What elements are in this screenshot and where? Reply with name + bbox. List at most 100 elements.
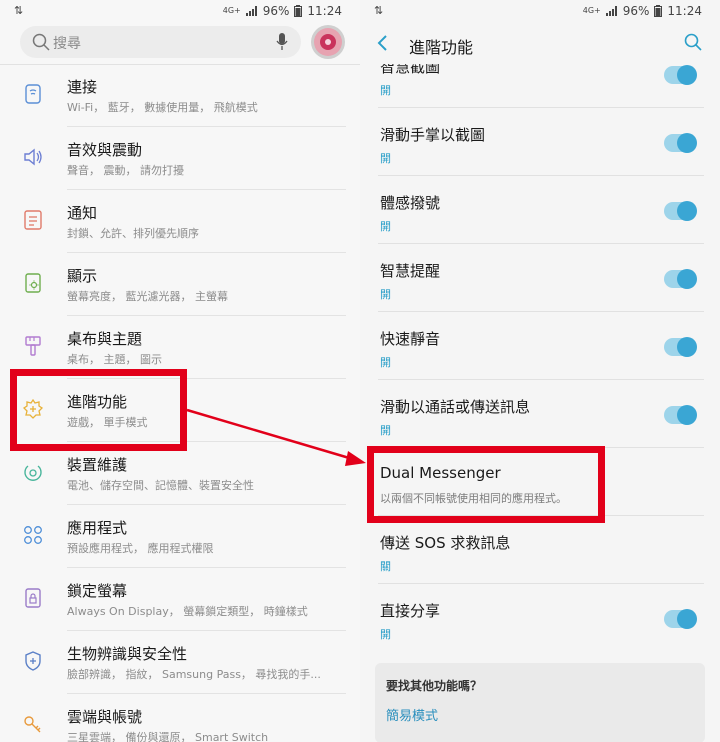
status-bar: ⇅ 4G+ 96% 11:24 xyxy=(0,0,360,24)
settings-item-lock-screen[interactable]: 鎖定螢幕 Always On Display， 螢幕鎖定類型， 時鐘樣式 xyxy=(0,568,360,631)
advanced-features-panel: ⇅ 4G+ 96% 11:24 進階功能 智慧截圖 開 滑動手掌以截圖 開 體感… xyxy=(360,0,720,742)
item-subtitle: Always On Display， 螢幕鎖定類型， 時鐘樣式 xyxy=(67,605,308,618)
settings-item-notifications[interactable]: 通知 封鎖、允許、排列優先順序 xyxy=(0,190,360,253)
item-title: 快速靜音 xyxy=(380,330,441,348)
toggle-switch[interactable] xyxy=(664,269,697,289)
signal-icon xyxy=(605,6,617,16)
page-title: 進階功能 xyxy=(409,38,474,57)
item-title: 桌布與主題 xyxy=(67,330,143,348)
item-status: 關 xyxy=(380,560,391,573)
toggle-switch[interactable] xyxy=(664,133,697,153)
item-status: 開 xyxy=(380,84,391,97)
search-icon[interactable] xyxy=(684,33,702,51)
item-subtitle: 螢幕亮度， 藍光濾光器， 主螢幕 xyxy=(67,290,228,303)
item-status: 開 xyxy=(380,152,391,165)
status-right: 4G+ 96% 11:24 xyxy=(583,4,702,18)
item-subtitle: 三星雲端， 備份與還原， Smart Switch xyxy=(67,731,269,742)
easy-mode-link[interactable]: 簡易模式 xyxy=(386,705,438,724)
status-right: 4G+ 96% 11:24 xyxy=(223,4,342,18)
toggle-switch[interactable] xyxy=(664,65,697,85)
app-bar: 進階功能 xyxy=(360,24,720,64)
looking-for-more-card: 要找其他功能嗎？ 簡易模式 xyxy=(375,663,705,742)
toggle-switch[interactable] xyxy=(664,201,697,221)
shield-icon xyxy=(25,651,41,671)
item-subtitle: 桌布， 主題， 圖示 xyxy=(67,353,162,366)
item-title: 裝置維護 xyxy=(67,456,128,474)
sync-indicator: ⇅ xyxy=(374,4,384,17)
item-title: 滑動以通話或傳送訊息 xyxy=(380,398,531,416)
toggle-switch[interactable] xyxy=(664,405,697,425)
feature-palm-swipe-capture[interactable]: 滑動手掌以截圖 開 xyxy=(360,108,720,176)
item-title: 滑動手掌以截圖 xyxy=(380,126,486,144)
toggle-knob xyxy=(677,337,697,357)
highlight-box-advanced-features xyxy=(10,369,187,451)
back-arrow-icon[interactable] xyxy=(376,33,390,53)
toggle-knob xyxy=(677,201,697,221)
battery-icon xyxy=(294,5,303,17)
speaker-icon xyxy=(24,148,42,166)
battery-percent: 96% xyxy=(622,4,650,18)
settings-item-connections[interactable]: 連接 Wi-Fi， 藍牙， 數據使用量， 飛航模式 xyxy=(0,64,360,127)
item-status: 開 xyxy=(380,220,391,233)
item-status: 開 xyxy=(380,628,391,641)
display-icon xyxy=(25,273,41,293)
item-title: 體感撥號 xyxy=(380,194,441,212)
item-title: 通知 xyxy=(67,204,98,222)
battery-icon xyxy=(654,5,663,17)
key-icon xyxy=(24,716,41,733)
toggle-knob xyxy=(677,405,697,425)
device-care-icon xyxy=(24,465,42,481)
settings-item-display[interactable]: 顯示 螢幕亮度， 藍光濾光器， 主螢幕 xyxy=(0,253,360,316)
item-subtitle: 聲音， 震動， 請勿打擾 xyxy=(67,164,184,177)
settings-item-apps[interactable]: 應用程式 預設應用程式， 應用程式權限 xyxy=(0,505,360,568)
connection-icon xyxy=(25,84,41,104)
card-question: 要找其他功能嗎？ xyxy=(386,679,483,693)
avatar-image xyxy=(314,28,342,56)
item-status: 開 xyxy=(380,288,391,301)
signal-icon xyxy=(245,6,257,16)
toggle-knob xyxy=(677,269,697,289)
settings-item-cloud-accounts[interactable]: 雲端與帳號 三星雲端， 備份與還原， Smart Switch xyxy=(0,694,360,742)
mic-icon[interactable] xyxy=(275,32,289,52)
item-title: 鎖定螢幕 xyxy=(67,582,128,600)
feature-direct-call[interactable]: 體感撥號 開 xyxy=(360,176,720,244)
item-subtitle: 封鎖、允許、排列優先順序 xyxy=(67,227,199,240)
item-status: 開 xyxy=(380,356,391,369)
network-badge: 4G+ xyxy=(222,6,241,15)
clock: 11:24 xyxy=(667,4,702,18)
item-title: 連接 xyxy=(67,78,98,96)
feature-easy-mute[interactable]: 快速靜音 開 xyxy=(360,312,720,380)
toggle-switch[interactable] xyxy=(664,337,697,357)
settings-item-device-care[interactable]: 裝置維護 電池、儲存空間、記憶體、裝置安全性 xyxy=(0,442,360,505)
item-title: 音效與震動 xyxy=(67,141,143,159)
search-placeholder: 搜尋 xyxy=(53,36,81,52)
search-bar[interactable]: 搜尋 xyxy=(20,26,301,58)
feature-swipe-to-call[interactable]: 滑動以通話或傳送訊息 開 xyxy=(360,380,720,448)
lock-screen-icon xyxy=(25,588,41,608)
highlight-box-dual-messenger xyxy=(367,446,605,523)
settings-item-sound[interactable]: 音效與震動 聲音， 震動， 請勿打擾 xyxy=(0,127,360,190)
item-title: 顯示 xyxy=(67,267,98,285)
brush-icon xyxy=(25,336,41,356)
item-subtitle: 臉部辨識， 指紋， Samsung Pass， 尋找我的手... xyxy=(67,668,321,681)
item-subtitle: 預設應用程式， 應用程式權限 xyxy=(67,542,214,555)
feature-smart-alert[interactable]: 智慧提醒 開 xyxy=(360,244,720,312)
search-icon xyxy=(32,33,50,51)
item-subtitle: Wi-Fi， 藍牙， 數據使用量， 飛航模式 xyxy=(67,101,258,114)
toggle-switch[interactable] xyxy=(664,609,697,629)
sync-indicator: ⇅ xyxy=(14,4,24,17)
battery-percent: 96% xyxy=(262,4,290,18)
apps-icon xyxy=(24,526,42,544)
feature-send-sos[interactable]: 傳送 SOS 求救訊息 關 xyxy=(360,516,720,584)
item-subtitle: 電池、儲存空間、記憶體、裝置安全性 xyxy=(67,479,254,492)
toggle-knob xyxy=(677,133,697,153)
item-title: 直接分享 xyxy=(380,602,441,620)
profile-avatar[interactable] xyxy=(311,25,345,59)
toggle-knob xyxy=(677,65,697,85)
status-bar: ⇅ 4G+ 96% 11:24 xyxy=(360,0,720,24)
feature-direct-share[interactable]: 直接分享 開 xyxy=(360,584,720,652)
settings-item-biometrics-security[interactable]: 生物辨識與安全性 臉部辨識， 指紋， Samsung Pass， 尋找我的手..… xyxy=(0,631,360,694)
clock: 11:24 xyxy=(307,4,342,18)
item-title: 雲端與帳號 xyxy=(67,708,143,726)
item-title: 智慧提醒 xyxy=(380,262,441,280)
